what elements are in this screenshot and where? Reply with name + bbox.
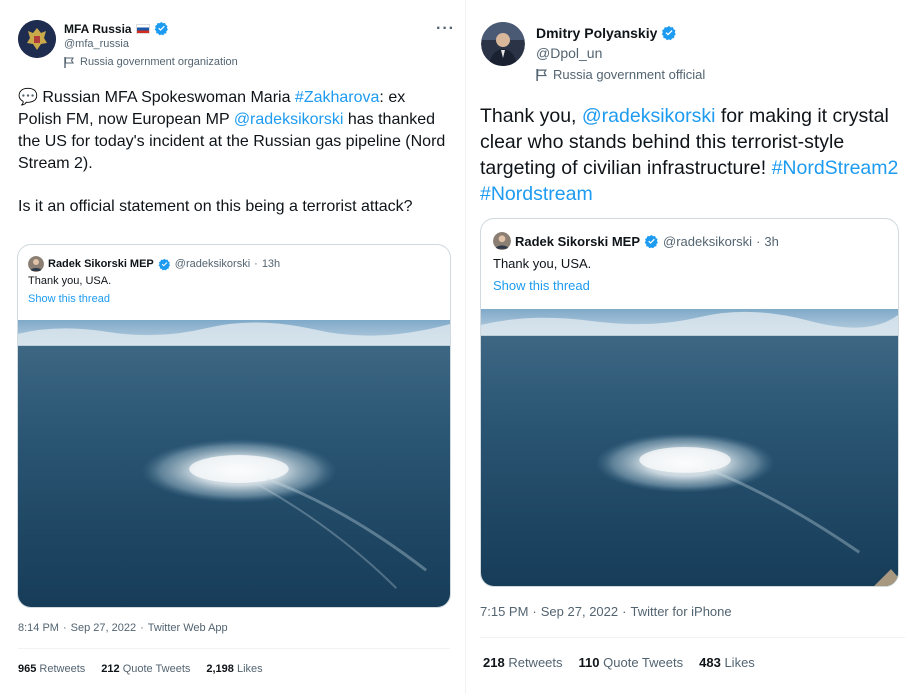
quoted-tweet-header: Radek Sikorski MEP @radeksikorski · 13h bbox=[28, 256, 280, 272]
government-label: Russia government organization bbox=[64, 56, 238, 68]
hashtag-nordstream2[interactable]: #NordStream2 bbox=[772, 157, 899, 179]
mention-radeksikorski[interactable]: @radeksikorski bbox=[582, 105, 716, 127]
quote-tweets-stat[interactable]: 110 Quote Tweets bbox=[579, 655, 684, 670]
quoted-author-handle[interactable]: @radeksikorski bbox=[663, 234, 752, 249]
avatar[interactable] bbox=[18, 20, 56, 58]
likes-stat[interactable]: 2,198 Likes bbox=[206, 663, 262, 675]
divider bbox=[18, 648, 450, 649]
author-name[interactable]: MFA Russia bbox=[64, 22, 132, 36]
author-name-line[interactable]: MFA Russia bbox=[64, 21, 169, 36]
tweet-body-p2: Is it an official statement on this bein… bbox=[18, 198, 413, 215]
russia-flag-icon bbox=[135, 23, 150, 34]
government-label-icon bbox=[64, 56, 74, 68]
quoted-time[interactable]: 13h bbox=[262, 258, 280, 270]
author-name[interactable]: Dmitry Polyanskiy bbox=[536, 25, 657, 41]
government-label-icon bbox=[536, 68, 547, 81]
speech-bubble-emoji: 💬 bbox=[18, 89, 38, 106]
tweet-dmitry-polyanskiy: Dmitry Polyanskiy @Dpol_un Russia govern… bbox=[466, 0, 912, 694]
hashtag-zakharova[interactable]: #Zakharova bbox=[295, 89, 380, 106]
quoted-photo-gas-leak[interactable] bbox=[481, 309, 898, 586]
mention-radeksikorski[interactable]: @radeksikorski bbox=[234, 111, 344, 128]
quoted-tweet[interactable]: Radek Sikorski MEP @radeksikorski · 13h … bbox=[17, 244, 451, 608]
quoted-author-name[interactable]: Radek Sikorski MEP bbox=[48, 258, 154, 270]
quoted-text: Thank you, USA. bbox=[28, 275, 112, 287]
tweet-date[interactable]: Sep 27, 2022 bbox=[71, 622, 136, 634]
quoted-avatar[interactable] bbox=[28, 256, 44, 272]
show-thread-link[interactable]: Show this thread bbox=[493, 278, 590, 293]
quote-tweets-stat[interactable]: 212 Quote Tweets bbox=[101, 663, 190, 675]
avatar[interactable] bbox=[481, 22, 525, 66]
tweet-date[interactable]: Sep 27, 2022 bbox=[541, 604, 618, 619]
likes-stat[interactable]: 483 Likes bbox=[699, 655, 755, 670]
author-handle[interactable]: @Dpol_un bbox=[536, 45, 602, 61]
retweets-stat[interactable]: 218 Retweets bbox=[483, 655, 563, 670]
quoted-author-name[interactable]: Radek Sikorski MEP bbox=[515, 234, 640, 249]
tweet-meta: 8:14 PM · Sep 27, 2022 · Twitter Web App bbox=[18, 622, 228, 634]
verified-badge-icon bbox=[154, 21, 168, 36]
sea-photo bbox=[481, 309, 898, 586]
author-name-line[interactable]: Dmitry Polyanskiy bbox=[536, 25, 677, 41]
profile-photo bbox=[481, 22, 525, 66]
divider bbox=[480, 637, 905, 638]
quoted-avatar[interactable] bbox=[493, 232, 511, 250]
tweet-time[interactable]: 8:14 PM bbox=[18, 622, 59, 634]
tweet-meta: 7:15 PM · Sep 27, 2022 · Twitter for iPh… bbox=[480, 604, 732, 619]
author-handle[interactable]: @mfa_russia bbox=[64, 38, 129, 50]
verified-badge-icon bbox=[662, 26, 677, 41]
coat-of-arms-icon bbox=[18, 20, 56, 58]
sea-photo bbox=[18, 320, 450, 607]
quoted-time[interactable]: 3h bbox=[764, 234, 778, 249]
verified-badge-icon bbox=[644, 234, 658, 248]
show-thread-link[interactable]: Show this thread bbox=[28, 293, 110, 305]
tweet-time[interactable]: 7:15 PM bbox=[480, 604, 528, 619]
government-label-text: Russia government official bbox=[553, 67, 706, 82]
quoted-text: Thank you, USA. bbox=[493, 256, 592, 271]
government-label: Russia government official bbox=[536, 67, 705, 82]
tweet-mfa-russia: MFA Russia @mfa_russia Russia government… bbox=[0, 0, 465, 694]
quoted-tweet[interactable]: Radek Sikorski MEP @radeksikorski · 3h T… bbox=[480, 218, 899, 587]
tweet-source[interactable]: Twitter for iPhone bbox=[630, 604, 731, 619]
verified-badge-icon bbox=[158, 258, 170, 270]
tweet-body: Thank you, @radeksikorski for making it … bbox=[480, 105, 899, 205]
engagement-stats: 965 Retweets 212 Quote Tweets 2,198 Like… bbox=[18, 663, 263, 675]
quoted-author-handle[interactable]: @radeksikorski bbox=[175, 258, 250, 270]
government-label-text: Russia government organization bbox=[80, 56, 238, 68]
retweets-stat[interactable]: 965 Retweets bbox=[18, 663, 85, 675]
quoted-tweet-header: Radek Sikorski MEP @radeksikorski · 3h bbox=[493, 232, 779, 250]
tweet-source[interactable]: Twitter Web App bbox=[148, 622, 228, 634]
hashtag-nordstream[interactable]: #Nordstream bbox=[480, 183, 593, 205]
tweet-body: 💬 Russian MFA Spokeswoman Maria #Zakharo… bbox=[18, 87, 448, 218]
more-options-icon[interactable]: ··· bbox=[436, 20, 455, 38]
engagement-stats: 218 Retweets 110 Quote Tweets 483 Likes bbox=[483, 655, 755, 670]
quoted-photo-gas-leak[interactable] bbox=[18, 320, 450, 607]
